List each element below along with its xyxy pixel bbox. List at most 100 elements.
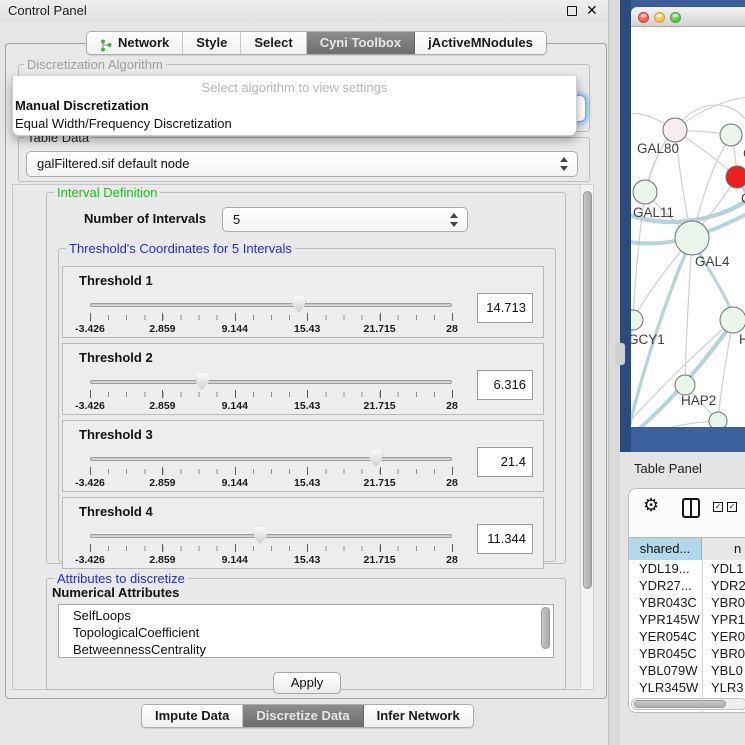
threshold-slider[interactable]: -3.4262.8599.14415.4321.71528 — [90, 449, 452, 489]
table-row[interactable]: YER054CYER0 — [629, 628, 745, 645]
network-node[interactable] — [709, 412, 727, 427]
network-view-area: GAL80GACGAL11GAL4GCY1HHAP2 — [620, 0, 745, 452]
cell-name: YDR2 — [711, 577, 745, 594]
slider-track[interactable] — [90, 303, 452, 307]
cell-name: YBR0 — [711, 645, 745, 662]
network-canvas[interactable]: GAL80GACGAL11GAL4GCY1HHAP2 — [631, 27, 745, 427]
network-node-gal80[interactable] — [663, 118, 687, 142]
network-node-ga[interactable] — [720, 124, 742, 146]
tab-impute-data[interactable]: Impute Data — [142, 705, 243, 727]
threshold-value-field[interactable]: 6.316 — [477, 370, 533, 400]
network-node-gal11[interactable] — [633, 180, 657, 204]
table-row[interactable]: YPR145WYPR1 — [629, 611, 745, 628]
table-data-combobox[interactable]: galFiltered.sif default node — [26, 151, 578, 177]
mac-minimize-button[interactable] — [654, 12, 665, 23]
network-node-h[interactable] — [720, 307, 745, 333]
threshold-value-field[interactable]: 14.713 — [477, 293, 533, 323]
column-header-shared-name[interactable]: shared... — [629, 538, 702, 561]
threshold-slider[interactable]: -3.4262.8599.14415.4321.71528 — [90, 526, 452, 566]
tab-network[interactable]: Network — [87, 32, 183, 54]
table-panel-title: Table Panel — [634, 461, 702, 476]
slider-track[interactable] — [90, 534, 452, 538]
slider-major-tick — [162, 390, 163, 398]
scale-label: 2.859 — [149, 400, 175, 412]
interval-definition-title: Interval Definition — [54, 185, 160, 200]
slider-thumb[interactable] — [196, 373, 209, 390]
network-nodes[interactable] — [631, 118, 745, 427]
tab-infer-network[interactable]: Infer Network — [364, 705, 473, 727]
table-row[interactable]: YBR045CYBR0 — [629, 645, 745, 662]
dropdown-item[interactable]: Manual Discretization — [15, 97, 576, 115]
network-icon — [100, 37, 112, 50]
column-layout-icon[interactable] — [682, 498, 700, 518]
threshold-value-field[interactable]: 21.4 — [477, 447, 533, 477]
table-data-combobox-value: galFiltered.sif default node — [37, 156, 189, 171]
gear-icon[interactable]: ⚙ — [643, 495, 659, 515]
attributes-scrollbar-thumb[interactable] — [541, 607, 550, 649]
horizontal-scrollbar-thumb[interactable] — [634, 700, 726, 708]
slider-ticks — [90, 392, 453, 397]
tab-discretize-data[interactable]: Discretize Data — [243, 705, 363, 727]
desktop-background — [620, 0, 631, 452]
node-label: H — [739, 332, 745, 347]
attribute-item[interactable]: BetweennessCentrality — [73, 641, 553, 658]
numerical-attributes-list[interactable]: SelfLoopsTopologicalCoefficientBetweenne… — [58, 604, 554, 658]
table-row[interactable]: YDL19... YDL1 — [629, 560, 745, 577]
cell-name: YDL1 — [711, 560, 744, 577]
slider-major-tick — [235, 390, 236, 398]
slider-ticks — [90, 315, 453, 320]
scale-label: 15.43 — [294, 400, 320, 412]
column-header-name[interactable]: n — [702, 538, 745, 561]
tab-style[interactable]: Style — [183, 32, 241, 54]
attribute-item[interactable]: SelfLoops — [73, 607, 553, 624]
horizontal-scrollbar[interactable] — [631, 698, 745, 710]
attribute-item[interactable]: TopologicalCoefficient — [73, 624, 553, 641]
scale-label: 28 — [446, 477, 458, 489]
apply-button[interactable]: Apply — [273, 672, 341, 694]
threshold-slider[interactable]: -3.4262.8599.14415.4321.71528 — [90, 295, 452, 335]
tab-cyni-toolbox[interactable]: Cyni Toolbox — [307, 32, 415, 54]
mac-zoom-button[interactable] — [670, 12, 681, 23]
table-row[interactable]: YBR043CYBR0 — [629, 594, 745, 611]
checkbox-icon[interactable]: ✓ — [727, 502, 737, 512]
scale-label: 9.144 — [222, 323, 248, 335]
slider-major-tick — [307, 390, 308, 398]
tab-jactivemnodules[interactable]: jActiveMNodules — [415, 32, 546, 54]
dropdown-item-list: Manual DiscretizationEqual Width/Frequen… — [13, 97, 576, 133]
tab-select[interactable]: Select — [241, 32, 306, 54]
slider-major-tick — [307, 544, 308, 552]
cell-shared-name: YDR27... — [639, 577, 692, 594]
number-of-intervals-combobox[interactable]: 5 — [222, 207, 468, 232]
slider-thumb[interactable] — [369, 450, 382, 467]
slider-major-tick — [90, 313, 91, 321]
cell-shared-name: YPR145W — [639, 611, 700, 628]
vertical-scrollbar[interactable] — [580, 184, 594, 690]
slider-track[interactable] — [90, 457, 452, 461]
checkbox-icon[interactable]: ✓ — [713, 502, 723, 512]
close-icon[interactable]: ✕ — [586, 2, 598, 19]
network-node-gal4[interactable] — [675, 221, 709, 255]
split-divider[interactable] — [608, 0, 620, 745]
threshold-value-field[interactable]: 11.344 — [477, 524, 533, 554]
table-row[interactable]: YBL079WYBL0 — [629, 662, 745, 679]
slider-track[interactable] — [90, 380, 452, 384]
network-window: GAL80GACGAL11GAL4GCY1HHAP2 — [631, 7, 745, 427]
vertical-scrollbar-thumb[interactable] — [583, 191, 592, 589]
network-node-hap2[interactable] — [675, 375, 695, 395]
table-row[interactable]: YLR345WYLR3 — [629, 679, 745, 696]
slider-thumb[interactable] — [292, 296, 305, 313]
table-row[interactable]: YDR27... YDR2 — [629, 577, 745, 594]
attribute-items: SelfLoopsTopologicalCoefficientBetweenne… — [59, 607, 553, 658]
split-divider-handle[interactable] — [615, 343, 625, 365]
network-node-gcy1[interactable] — [631, 310, 643, 330]
slider-major-tick — [235, 313, 236, 321]
float-window-icon[interactable] — [567, 6, 577, 16]
dropdown-item[interactable]: Equal Width/Frequency Discretization — [15, 115, 576, 133]
slider-thumb[interactable] — [254, 527, 267, 544]
threshold-slider[interactable]: -3.4262.8599.14415.4321.71528 — [90, 372, 452, 412]
mac-close-button[interactable] — [638, 12, 649, 23]
network-node-c[interactable] — [726, 166, 745, 188]
cell-shared-name: YDL19... — [639, 560, 690, 577]
cell-name: YBL0 — [711, 662, 743, 679]
tab-network-label: Network — [118, 32, 169, 54]
